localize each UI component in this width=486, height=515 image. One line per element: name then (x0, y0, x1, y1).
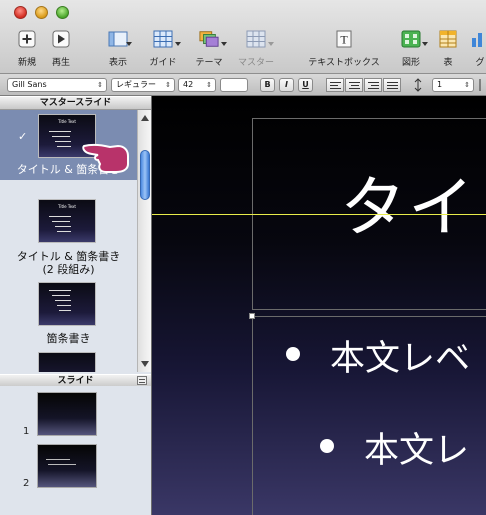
list-view-icon[interactable] (137, 376, 147, 385)
theme-button[interactable]: テーマ (191, 30, 227, 68)
format-bar: Gill Sans ⇕ レギュラー ⇕ 42 ⇕ B I U 1 ⇕ (0, 74, 486, 96)
font-style-select[interactable]: レギュラー ⇕ (111, 78, 175, 92)
columns-icon (479, 79, 481, 91)
view-icon (108, 31, 128, 47)
font-family-select[interactable]: Gill Sans ⇕ (7, 78, 107, 92)
master-thumbnail-title: Title Text (58, 204, 76, 209)
line-spacing-icon (414, 78, 422, 92)
table-button-label: 表 (443, 58, 453, 68)
bullet-text: 本文レベ (330, 339, 471, 379)
master-item-bullets[interactable]: 箇条書き (0, 278, 137, 350)
theme-caret-icon (221, 42, 227, 46)
master-button-label: マスター (237, 58, 274, 68)
master-item-label: タイトル & 箇条書き (2 段組み) (16, 250, 121, 276)
font-style-value: レギュラー (116, 80, 156, 89)
font-family-value: Gill Sans (12, 80, 47, 89)
master-item-label: 箇条書き (46, 332, 91, 345)
checkmark-icon: ✓ (18, 130, 28, 143)
chart-icon (472, 33, 482, 47)
slide-thumbnail (37, 392, 97, 436)
theme-button-label: テーマ (195, 58, 223, 68)
master-thumbnail (38, 352, 96, 372)
align-left-button[interactable] (326, 78, 344, 92)
italic-button[interactable]: I (279, 78, 294, 92)
font-size-arrows-icon: ⇕ (206, 81, 212, 89)
guide-grid-icon (153, 30, 173, 48)
master-button[interactable]: マスター (236, 30, 276, 68)
line-spacing-value: 1 (437, 80, 443, 89)
slides-header-label: スライド (57, 376, 94, 386)
shapes-button-label: 図形 (401, 58, 420, 68)
minimize-window-button[interactable] (35, 6, 48, 19)
scroll-up-arrow-icon[interactable] (141, 115, 149, 121)
master-item-blank[interactable] (0, 350, 137, 372)
font-style-arrows-icon: ⇕ (165, 81, 171, 89)
shapes-caret-icon (422, 42, 428, 46)
chart-button-label: グ (475, 58, 485, 68)
new-button[interactable]: 新規 (14, 30, 40, 68)
selection-handle[interactable] (249, 313, 255, 319)
underline-button[interactable]: U (298, 78, 313, 92)
view-button-label: 表示 (108, 58, 127, 68)
font-family-arrows-icon: ⇕ (97, 81, 103, 89)
textbox-button[interactable]: T テキストボックス (304, 30, 384, 68)
scroll-down-arrow-icon[interactable] (141, 361, 149, 367)
play-button[interactable]: 再生 (48, 30, 74, 68)
master-thumbnail-title: Title Text (58, 119, 76, 124)
align-right-button[interactable] (364, 78, 382, 92)
bullet-text: 本文レ (364, 431, 470, 471)
close-window-button[interactable] (14, 6, 27, 19)
bullet-dot-icon (320, 439, 334, 453)
align-center-button[interactable] (345, 78, 363, 92)
align-justify-button[interactable] (383, 78, 401, 92)
font-size-value: 42 (183, 80, 194, 89)
master-item-title-bullets-2col[interactable]: Title Text タイトル & 箇条書き (2 段組み) (0, 180, 137, 278)
shapes-icon (401, 30, 421, 48)
zoom-window-button[interactable] (56, 6, 69, 19)
guide-button[interactable]: ガイド (145, 30, 181, 68)
slide-thumbnail (37, 444, 97, 488)
play-button-label: 再生 (51, 58, 70, 68)
slide-number: 2 (23, 478, 30, 489)
text-color-well[interactable] (220, 78, 248, 92)
table-icon (439, 30, 457, 48)
slide-canvas[interactable]: タイ 本文レベ 本文レ (152, 96, 486, 515)
bold-button[interactable]: B (260, 78, 275, 92)
master-list-scrollbar[interactable] (137, 110, 151, 372)
view-caret-icon (126, 42, 132, 46)
master-icon (246, 30, 266, 48)
svg-text:T: T (340, 33, 348, 47)
shapes-button[interactable]: 図形 (396, 30, 428, 68)
plus-icon (18, 30, 36, 48)
slide-number: 1 (23, 426, 30, 437)
bullet-level-2[interactable]: 本文レ (320, 422, 469, 473)
master-thumbnail (38, 282, 96, 326)
scroll-thumb[interactable] (140, 150, 150, 200)
play-icon (52, 30, 70, 48)
hand-pointer-icon (82, 143, 129, 173)
bullet-level-1[interactable]: 本文レベ (286, 330, 470, 381)
view-button[interactable]: 表示 (100, 30, 136, 68)
table-button[interactable]: 表 (437, 30, 459, 68)
textbox-icon: T (336, 30, 352, 48)
guide-button-label: ガイド (149, 58, 177, 68)
font-size-select[interactable]: 42 ⇕ (178, 78, 216, 92)
chart-button[interactable]: グ (470, 30, 486, 68)
line-spacing-arrows-icon: ⇕ (464, 81, 470, 89)
new-button-label: 新規 (17, 58, 36, 68)
theme-icon (199, 31, 219, 47)
guide-caret-icon (175, 42, 181, 46)
toolbar: 新規 再生 表示 ガイド テーマ マスター T テキストボックス 図形 表 グ (0, 0, 486, 74)
bullet-dot-icon (286, 347, 300, 361)
slide-title-text[interactable]: タイ (340, 154, 476, 250)
master-thumbnail: Title Text (38, 199, 96, 243)
slide-list[interactable]: 1 2 (0, 386, 151, 515)
textbox-button-label: テキストボックス (308, 58, 380, 68)
master-caret-icon (268, 42, 274, 46)
alignment-guide-line (152, 214, 486, 215)
master-slides-header: マスタースライド (0, 96, 151, 110)
line-spacing-select[interactable]: 1 ⇕ (432, 78, 474, 92)
